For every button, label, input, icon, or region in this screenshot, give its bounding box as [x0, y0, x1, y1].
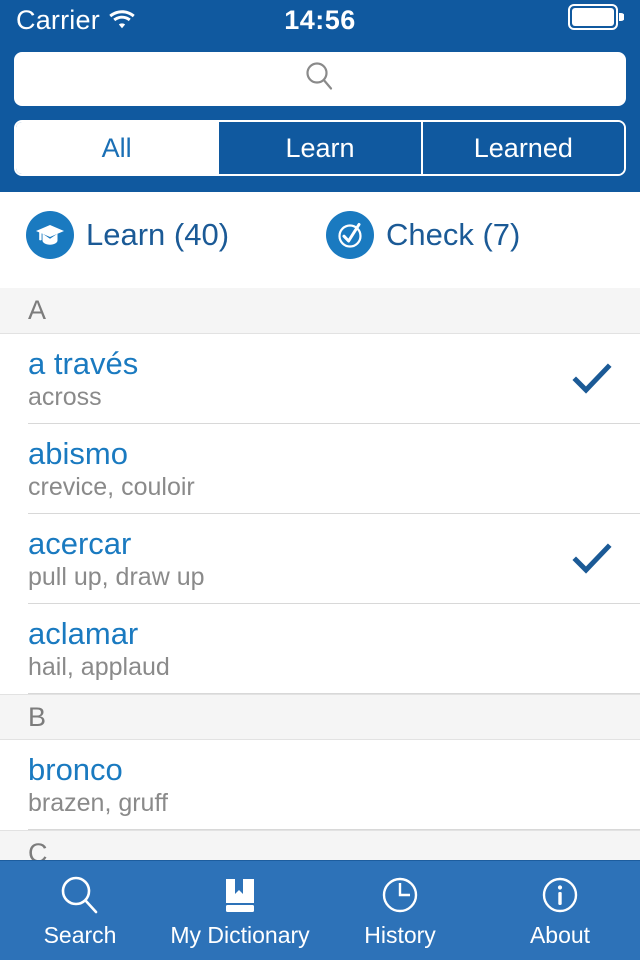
list-item[interactable]: aclamar hail, applaud: [0, 604, 640, 694]
tab-about[interactable]: About: [480, 861, 640, 960]
segment-all[interactable]: All: [16, 122, 220, 174]
clock-icon: [377, 872, 423, 918]
list-item[interactable]: a través across: [0, 334, 640, 424]
header: Carrier 14:56 All Learn Learned: [0, 0, 640, 192]
list-item-translation: pull up, draw up: [28, 563, 205, 592]
learned-check-icon: [572, 542, 612, 576]
list-item-word: a través: [28, 345, 139, 381]
learned-check-icon: [572, 362, 612, 396]
segment-learned[interactable]: Learned: [422, 122, 624, 174]
tab-my-dictionary[interactable]: My Dictionary: [160, 861, 320, 960]
list-item-word: aclamar: [28, 615, 139, 651]
search-input[interactable]: [14, 52, 626, 106]
book-bookmark-icon: [217, 872, 263, 918]
list-item-word: abismo: [28, 435, 128, 471]
search-icon: [57, 872, 103, 918]
info-circle-icon: [537, 872, 583, 918]
list-item-translation: crevice, couloir: [28, 473, 195, 502]
tab-history-label: History: [364, 922, 436, 948]
list-item-texts: acercar pull up, draw up: [28, 525, 205, 592]
list-item-word: acercar: [28, 525, 132, 561]
graduation-cap-icon: [26, 211, 74, 259]
tab-search-label: Search: [43, 922, 117, 948]
list-item[interactable]: abismo crevice, couloir: [0, 424, 640, 514]
list-item-texts: aclamar hail, applaud: [28, 615, 170, 682]
check-circle-icon: [326, 211, 374, 259]
status-bar: Carrier 14:56: [0, 0, 640, 40]
list-item-translation: hail, applaud: [28, 653, 170, 682]
section-header-a: A: [0, 288, 640, 334]
tab-search[interactable]: Search: [0, 861, 160, 960]
learn-action-label: Learn (40): [86, 217, 230, 252]
action-row: Learn (40) Check (7): [0, 192, 640, 278]
list-item[interactable]: acercar pull up, draw up: [0, 514, 640, 604]
list-item[interactable]: bronco brazen, gruff: [0, 740, 640, 830]
status-bar-time: 14:56: [284, 4, 356, 35]
list-item-texts: a través across: [28, 345, 139, 412]
learn-action-button[interactable]: Learn (40): [26, 211, 326, 259]
list-item-translation: brazen, gruff: [28, 789, 168, 818]
app-root: Carrier 14:56 All Learn Learned Learn (4…: [0, 0, 640, 960]
tab-bar: Search My Dictionary History About: [0, 860, 640, 960]
tab-history[interactable]: History: [320, 861, 480, 960]
list-item-texts: bronco brazen, gruff: [28, 751, 168, 818]
tab-my-dictionary-label: My Dictionary: [170, 922, 310, 948]
check-action-button[interactable]: Check (7): [326, 211, 520, 259]
segment-learn[interactable]: Learn: [219, 122, 423, 174]
list-item-translation: across: [28, 383, 102, 412]
search-bar-container: [0, 40, 640, 106]
filter-segmented-control[interactable]: All Learn Learned: [14, 120, 626, 176]
list-item-word: bronco: [28, 751, 123, 787]
list-item-texts: abismo crevice, couloir: [28, 435, 195, 502]
section-header-c: C: [0, 830, 640, 860]
section-header-b: B: [0, 694, 640, 740]
word-list[interactable]: A a través across abismo crevice, couloi…: [0, 288, 640, 860]
search-field[interactable]: [14, 52, 626, 106]
filter-segmented-container: All Learn Learned: [0, 106, 640, 192]
tab-about-label: About: [529, 922, 591, 948]
check-action-label: Check (7): [386, 217, 521, 252]
